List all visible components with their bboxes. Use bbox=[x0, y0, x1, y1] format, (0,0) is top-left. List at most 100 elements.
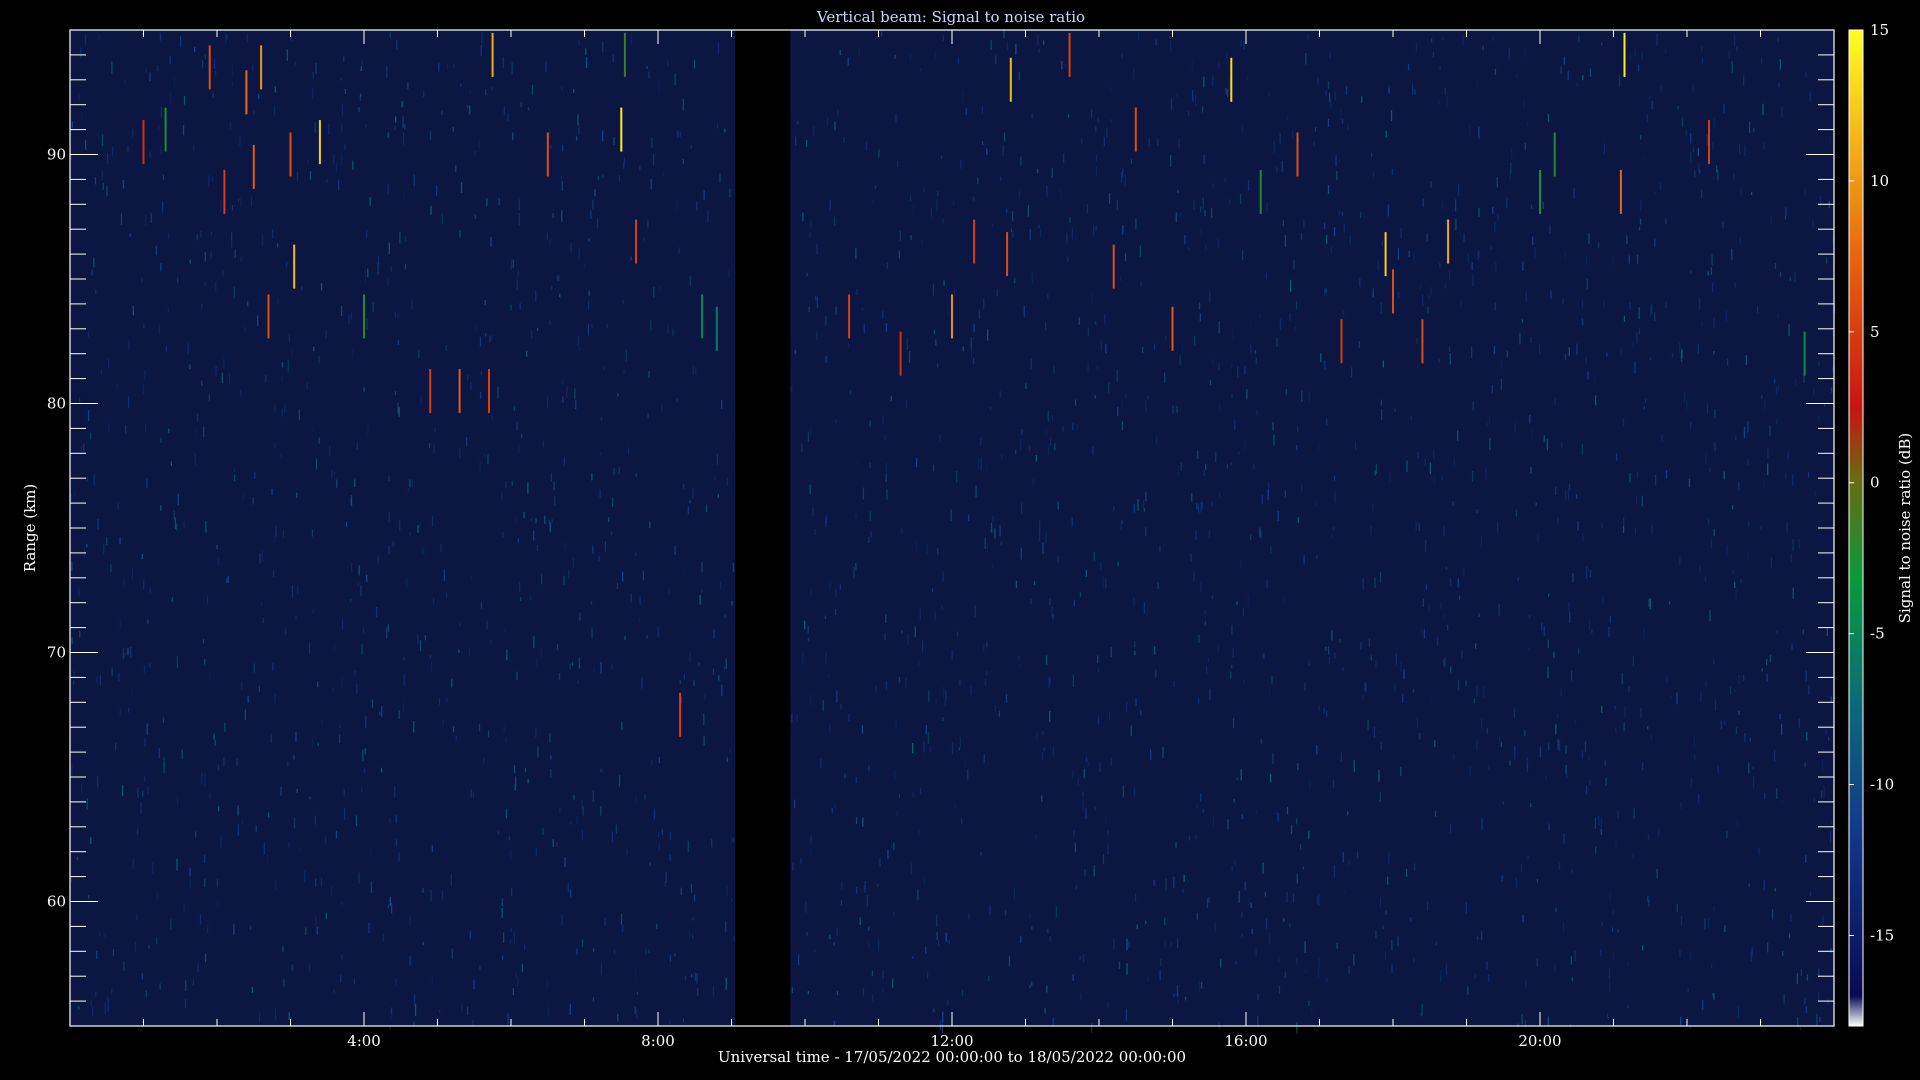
noise-speck bbox=[212, 176, 214, 183]
noise-speck bbox=[1355, 440, 1357, 451]
noise-speck bbox=[583, 263, 586, 270]
noise-speck bbox=[209, 793, 211, 800]
noise-speck bbox=[1255, 810, 1258, 815]
noise-speck bbox=[550, 145, 552, 149]
noise-speck bbox=[1314, 127, 1317, 132]
noise-speck bbox=[855, 817, 858, 825]
noise-speck bbox=[199, 914, 202, 925]
noise-speck bbox=[591, 324, 593, 328]
noise-speck bbox=[1204, 210, 1206, 217]
noise-speck bbox=[1528, 647, 1530, 651]
noise-speck bbox=[1308, 391, 1310, 402]
noise-speck bbox=[932, 284, 935, 296]
noise-speck bbox=[1407, 64, 1410, 71]
noise-speck bbox=[1265, 272, 1267, 280]
noise-speck bbox=[1595, 846, 1597, 854]
noise-speck bbox=[611, 831, 613, 843]
noise-speck bbox=[1702, 1000, 1704, 1011]
noise-speck bbox=[559, 293, 561, 298]
echo-event bbox=[848, 294, 851, 339]
noise-speck bbox=[596, 219, 599, 228]
noise-speck bbox=[1130, 725, 1132, 737]
noise-speck bbox=[1240, 40, 1242, 47]
noise-speck bbox=[1442, 36, 1444, 40]
noise-speck bbox=[1284, 490, 1286, 497]
echo-event bbox=[252, 144, 255, 189]
noise-speck bbox=[536, 545, 538, 551]
x-tick-label: 4:00 bbox=[347, 1032, 381, 1050]
noise-speck bbox=[562, 396, 564, 403]
noise-speck bbox=[937, 548, 939, 555]
noise-speck bbox=[1079, 592, 1082, 597]
echo-event bbox=[546, 132, 549, 177]
noise-speck bbox=[977, 458, 980, 469]
noise-speck bbox=[1756, 306, 1759, 313]
colorbar-label: Signal to noise ratio (dB) bbox=[1896, 433, 1914, 624]
noise-speck bbox=[423, 91, 425, 97]
noise-speck bbox=[1639, 218, 1642, 225]
noise-speck bbox=[1234, 420, 1236, 430]
noise-speck bbox=[1389, 473, 1391, 483]
noise-speck bbox=[1731, 61, 1733, 74]
noise-speck bbox=[1324, 360, 1326, 371]
noise-speck bbox=[1027, 205, 1029, 217]
noise-speck bbox=[533, 636, 535, 649]
noise-speck bbox=[107, 153, 109, 164]
noise-speck bbox=[1524, 730, 1526, 737]
noise-speck bbox=[510, 304, 512, 311]
noise-speck bbox=[579, 612, 581, 621]
noise-speck bbox=[1191, 493, 1193, 502]
noise-speck bbox=[1796, 973, 1798, 985]
noise-speck bbox=[542, 440, 544, 448]
noise-speck bbox=[119, 618, 121, 630]
noise-speck bbox=[1048, 677, 1050, 689]
noise-speck bbox=[486, 620, 488, 630]
noise-speck bbox=[1066, 232, 1068, 245]
noise-speck bbox=[1562, 299, 1564, 305]
noise-speck bbox=[116, 383, 118, 391]
noise-speck bbox=[148, 945, 150, 950]
noise-speck bbox=[1680, 350, 1683, 362]
noise-speck bbox=[1543, 625, 1545, 637]
noise-speck bbox=[808, 306, 810, 313]
noise-speck bbox=[824, 615, 826, 620]
noise-speck bbox=[1235, 960, 1237, 965]
noise-speck bbox=[623, 369, 625, 373]
noise-speck bbox=[1734, 688, 1736, 693]
noise-speck bbox=[233, 474, 236, 482]
noise-speck bbox=[281, 408, 283, 417]
noise-speck bbox=[1758, 847, 1760, 856]
noise-speck bbox=[451, 948, 453, 959]
noise-speck bbox=[898, 676, 901, 683]
noise-speck bbox=[111, 667, 113, 676]
noise-speck bbox=[992, 515, 994, 522]
noise-speck bbox=[1211, 208, 1213, 218]
noise-speck bbox=[1170, 941, 1172, 947]
noise-speck bbox=[212, 92, 214, 98]
noise-speck bbox=[1108, 193, 1111, 204]
noise-speck bbox=[1615, 727, 1617, 734]
noise-speck bbox=[1230, 671, 1232, 679]
noise-speck bbox=[674, 73, 676, 86]
noise-speck bbox=[441, 890, 444, 901]
noise-speck bbox=[399, 519, 401, 531]
noise-speck bbox=[1052, 746, 1054, 757]
noise-speck bbox=[345, 522, 348, 527]
noise-speck bbox=[468, 109, 470, 113]
noise-speck bbox=[690, 884, 693, 893]
noise-speck bbox=[1336, 171, 1338, 180]
noise-speck bbox=[725, 658, 727, 670]
noise-speck bbox=[1240, 769, 1242, 781]
echo-event bbox=[142, 120, 145, 165]
noise-speck bbox=[703, 713, 705, 725]
noise-speck bbox=[443, 569, 445, 581]
noise-speck bbox=[1323, 222, 1326, 229]
noise-speck bbox=[1777, 385, 1779, 391]
noise-speck bbox=[1208, 897, 1210, 903]
noise-speck bbox=[1151, 645, 1153, 657]
noise-speck bbox=[558, 274, 560, 281]
noise-speck bbox=[253, 110, 255, 115]
noise-speck bbox=[391, 903, 393, 914]
noise-speck bbox=[366, 574, 368, 582]
noise-speck bbox=[1712, 142, 1714, 149]
